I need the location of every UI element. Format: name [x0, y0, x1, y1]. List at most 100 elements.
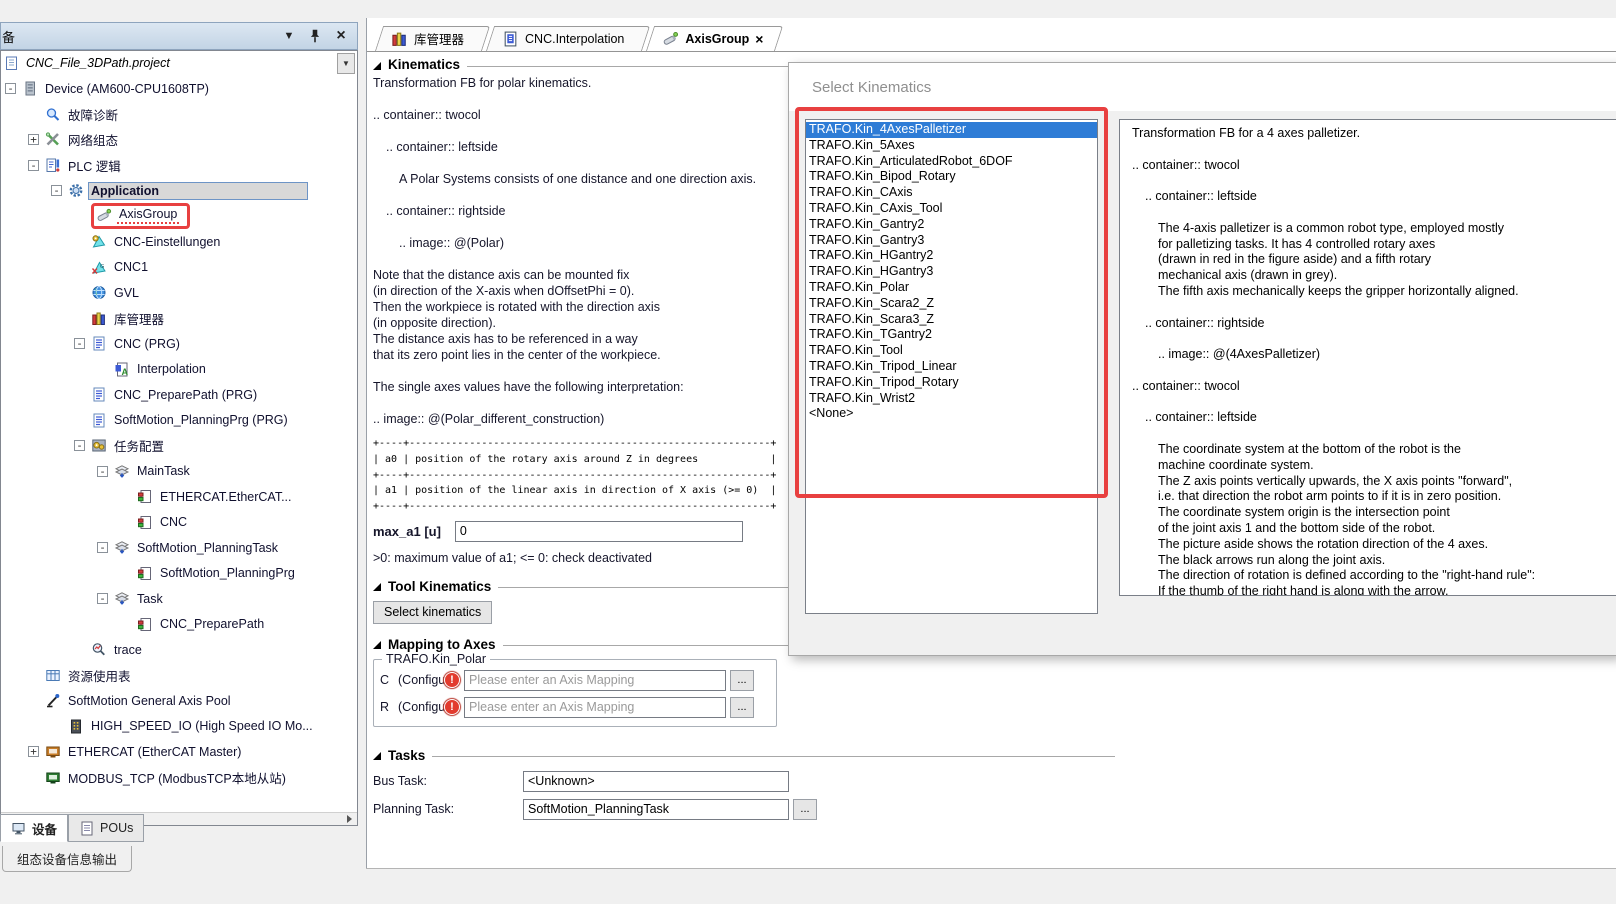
tree-item[interactable]: - MainTask	[1, 459, 357, 485]
tree-expander[interactable]: +	[28, 746, 39, 757]
tree-expander[interactable]: -	[74, 440, 85, 451]
tree-item[interactable]: - Task	[1, 586, 357, 612]
tree-item[interactable]: AxisGroup	[1, 204, 357, 230]
tree-item[interactable]: ETHERCAT.EtherCAT...	[1, 484, 357, 510]
panel-tab[interactable]: 设备	[0, 814, 68, 842]
editor-tabbar: 库管理器 CNC.Interpolation AxisGroup ×	[367, 18, 1616, 52]
tree-item[interactable]: SoftMotion_PlanningPrg	[1, 561, 357, 587]
kinematics-list-item[interactable]: TRAFO.Kin_ArticulatedRobot_6DOF	[806, 154, 1097, 170]
detail-line	[1132, 363, 1616, 379]
tree-item[interactable]: 资源使用表	[1, 663, 357, 689]
kinematics-list-item[interactable]: TRAFO.Kin_Scara2_Z	[806, 296, 1097, 312]
tree-item[interactable]: - Application	[1, 178, 357, 204]
tree-item[interactable]: SoftMotion General Axis Pool	[1, 688, 357, 714]
tree-item[interactable]: A Interpolation	[1, 357, 357, 383]
tree-item[interactable]: CNC	[1, 510, 357, 536]
kinematics-list-item[interactable]: TRAFO.Kin_Polar	[806, 280, 1097, 296]
project-row[interactable]: CNC_File_3DPath.project ▼	[1, 51, 357, 76]
tree-item[interactable]: - Device (AM600-CPU1608TP)	[1, 76, 357, 102]
panel-tab[interactable]: POUs	[68, 814, 144, 842]
tree-item[interactable]: - PLC 逻辑	[1, 153, 357, 179]
bus-task-label: Bus Task:	[373, 774, 519, 788]
kinematics-list-item[interactable]: TRAFO.Kin_Bipod_Rotary	[806, 169, 1097, 185]
device-panel-header[interactable]: 备 ▼ ×	[0, 22, 358, 50]
axis-mapping-input[interactable]	[464, 670, 726, 691]
section-collapse-icon[interactable]	[373, 583, 381, 591]
kinematics-list-item[interactable]: TRAFO.Kin_Tripod_Linear	[806, 359, 1097, 375]
kinematics-list-item[interactable]: TRAFO.Kin_Tool	[806, 343, 1097, 359]
tree-item[interactable]: 故障诊断	[1, 102, 357, 128]
section-collapse-icon[interactable]	[373, 62, 381, 70]
kinematics-list-item[interactable]: TRAFO.Kin_HGantry2	[806, 248, 1097, 264]
kinematics-list[interactable]: TRAFO.Kin_4AxesPalletizer TRAFO.Kin_5Axe…	[805, 119, 1098, 614]
editor-tab[interactable]: CNC.Interpolation	[486, 26, 642, 51]
tree-item[interactable]: + ETHERCAT (EtherCAT Master)	[1, 739, 357, 765]
tree-expander[interactable]: -	[74, 338, 85, 349]
scroll-right-icon[interactable]	[341, 813, 357, 825]
tasks-section-header[interactable]: Tasks	[373, 747, 1115, 764]
pin-icon[interactable]	[307, 28, 323, 44]
browse-button[interactable]: ...	[730, 670, 754, 691]
kinematics-list-item[interactable]: TRAFO.Kin_Gantry3	[806, 233, 1097, 249]
tree-item-icon	[68, 719, 84, 734]
kinematics-list-item[interactable]: TRAFO.Kin_4AxesPalletizer	[806, 122, 1097, 138]
dialog-titlebar[interactable]: Select Kinematics	[789, 63, 1616, 111]
tree-item-label: trace	[112, 642, 144, 658]
tree-expander[interactable]: -	[97, 593, 108, 604]
kinematics-list-item[interactable]: TRAFO.Kin_5Axes	[806, 138, 1097, 154]
tree-expander[interactable]: -	[51, 185, 62, 196]
kinematics-list-item[interactable]: TRAFO.Kin_TGantry2	[806, 327, 1097, 343]
editor-tab[interactable]: 库管理器	[375, 26, 482, 51]
tree-item[interactable]: - SoftMotion_PlanningTask	[1, 535, 357, 561]
tree-item[interactable]: HIGH_SPEED_IO (High Speed IO Mo...	[1, 714, 357, 740]
tree-item[interactable]: + 网络组态	[1, 127, 357, 153]
axis-mapping-input[interactable]	[464, 697, 726, 718]
tree-item-label: Application	[89, 183, 307, 199]
planning-task-input[interactable]	[523, 799, 789, 820]
editor-tab[interactable]: AxisGroup ×	[646, 26, 775, 51]
kinematics-list-item[interactable]: TRAFO.Kin_Scara3_Z	[806, 312, 1097, 328]
tree-item[interactable]: GVL	[1, 280, 357, 306]
kinematics-list-item[interactable]: <None>	[806, 406, 1097, 422]
tree-item-icon	[91, 642, 107, 657]
kinematics-list-item[interactable]: TRAFO.Kin_Wrist2	[806, 391, 1097, 407]
select-kinematics-button[interactable]: Select kinematics	[373, 601, 492, 624]
tree-expander[interactable]: -	[28, 160, 39, 171]
tree-item[interactable]: trace	[1, 637, 357, 663]
tree-item[interactable]: SoftMotion_PlanningPrg (PRG)	[1, 408, 357, 434]
tree-item[interactable]: - CNC (PRG)	[1, 331, 357, 357]
tree-expander[interactable]: -	[5, 83, 16, 94]
chevron-down-icon[interactable]: ▼	[281, 28, 297, 44]
detail-line: mechanical axis (drawn in grey).	[1132, 268, 1616, 284]
section-collapse-icon[interactable]	[373, 641, 381, 649]
tree-item-label: ETHERCAT (EtherCAT Master)	[66, 744, 243, 760]
message-output-tab[interactable]: 组态设备信息输出	[2, 846, 132, 872]
tree-item-label: CNC	[158, 514, 189, 530]
tree-expander[interactable]: -	[97, 466, 108, 477]
axis-letter: R	[380, 700, 394, 714]
kinematics-list-item[interactable]: TRAFO.Kin_Tripod_Rotary	[806, 375, 1097, 391]
section-title: Tool Kinematics	[388, 579, 491, 594]
tree-expander[interactable]: +	[28, 134, 39, 145]
tree-item[interactable]: - 任务配置	[1, 433, 357, 459]
kinematics-list-item[interactable]: TRAFO.Kin_Gantry2	[806, 217, 1097, 233]
kinematics-list-item[interactable]: TRAFO.Kin_CAxis_Tool	[806, 201, 1097, 217]
close-icon[interactable]: ×	[333, 28, 349, 44]
tree-item[interactable]: G CNC1	[1, 255, 357, 281]
tree-item[interactable]: MODBUS_TCP (ModbusTCP本地从站)	[1, 765, 357, 791]
tab-close-icon[interactable]: ×	[755, 33, 763, 45]
browse-button[interactable]: ...	[730, 697, 754, 718]
max-a1-input[interactable]	[455, 521, 743, 542]
browse-button[interactable]: ...	[793, 799, 817, 820]
tree-item[interactable]: 库管理器	[1, 306, 357, 332]
section-collapse-icon[interactable]	[373, 752, 381, 760]
bus-task-input[interactable]	[523, 771, 789, 792]
tree-item[interactable]: CNC_PreparePath	[1, 612, 357, 638]
tree-item[interactable]: CNC_PreparePath (PRG)	[1, 382, 357, 408]
project-dropdown-button[interactable]: ▼	[337, 53, 355, 74]
tree-item[interactable]: CNC-Einstellungen	[1, 229, 357, 255]
kinematics-list-item[interactable]: TRAFO.Kin_CAxis	[806, 185, 1097, 201]
detail-line: (drawn in red in the figure aside) and a…	[1132, 252, 1616, 268]
tree-expander[interactable]: -	[97, 542, 108, 553]
kinematics-list-item[interactable]: TRAFO.Kin_HGantry3	[806, 264, 1097, 280]
